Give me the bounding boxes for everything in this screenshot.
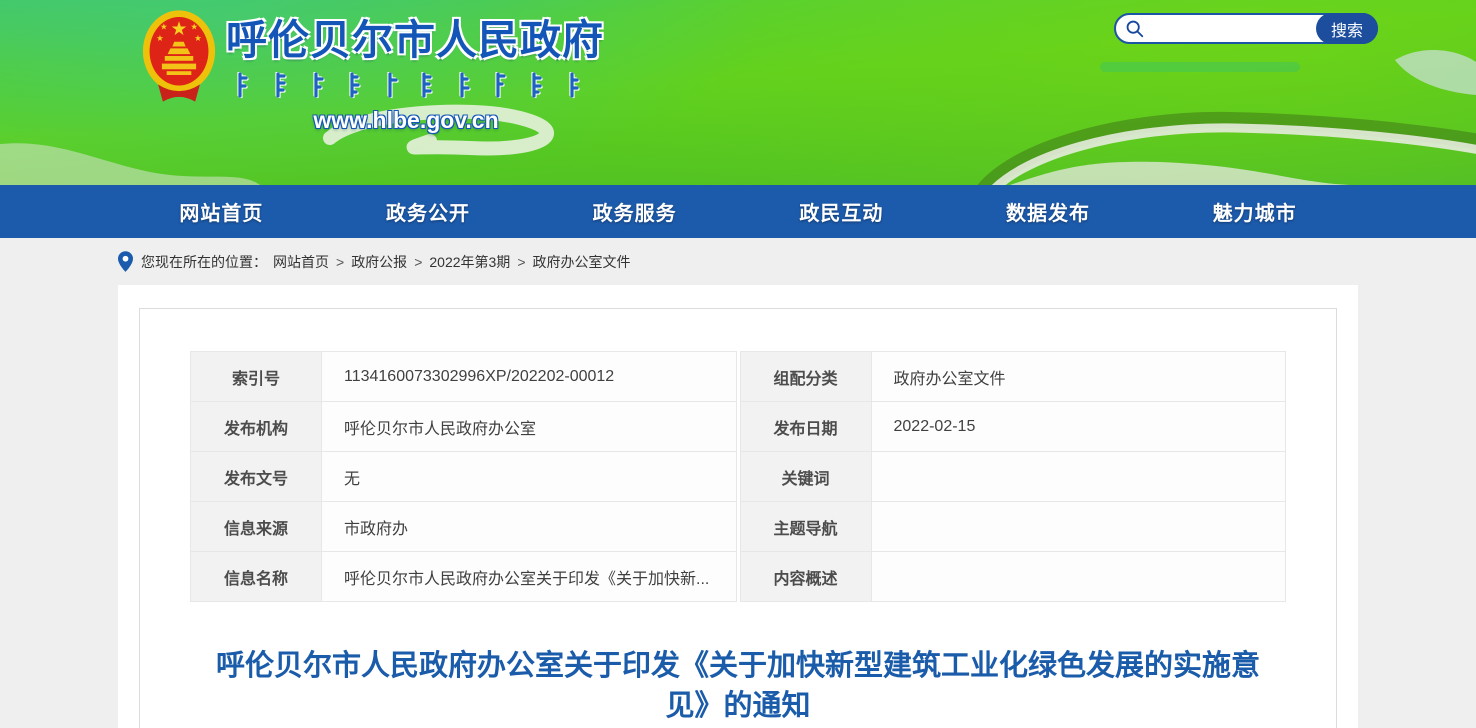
table-row: 组配分类 政府办公室文件 xyxy=(740,352,1286,402)
meta-label-category: 组配分类 xyxy=(740,352,871,402)
search-icon xyxy=(1125,19,1145,39)
breadcrumb-separator: > xyxy=(517,254,525,270)
meta-label-document-number: 发布文号 xyxy=(191,452,322,502)
breadcrumb-link-issue[interactable]: 2022年第3期 xyxy=(429,252,510,272)
meta-value-publish-date: 2022-02-15 xyxy=(871,402,1286,452)
meta-value-index-number: 1134160073302996XP/202202-00012 xyxy=(322,352,737,402)
nav-item-data[interactable]: 数据发布 xyxy=(945,185,1152,238)
meta-value-summary xyxy=(871,552,1286,602)
svg-text:★: ★ xyxy=(170,19,187,40)
search-box: 搜索 xyxy=(1114,13,1378,44)
table-row: 关键词 xyxy=(740,452,1286,502)
search-button[interactable]: 搜索 xyxy=(1316,13,1378,44)
main-nav: 网站首页 政务公开 政务服务 政民互动 数据发布 魅力城市 xyxy=(0,185,1476,238)
breadcrumb-link-home[interactable]: 网站首页 xyxy=(273,252,329,272)
nav-item-gov-service[interactable]: 政务服务 xyxy=(531,185,738,238)
site-title: 呼伦贝尔市人民政府 xyxy=(226,6,626,66)
breadcrumb-link-category[interactable]: 政府办公室文件 xyxy=(533,252,631,272)
location-pin-icon xyxy=(118,251,133,272)
meta-value-document-number: 无 xyxy=(322,452,737,502)
svg-text:★: ★ xyxy=(194,33,202,43)
meta-label-summary: 内容概述 xyxy=(740,552,871,602)
search-input[interactable] xyxy=(1145,16,1316,41)
breadcrumb-separator: > xyxy=(414,254,422,270)
meta-value-category: 政府办公室文件 xyxy=(871,352,1286,402)
document-panel: 索引号 1134160073302996XP/202202-00012 发布机构… xyxy=(139,308,1337,728)
meta-value-keywords xyxy=(871,452,1286,502)
table-row: 信息名称 呼伦贝尔市人民政府办公室关于印发《关于加快新... xyxy=(191,552,737,602)
site-banner: ★ ★ ★ ★ ★ 呼伦贝尔市人民政府 ww xyxy=(0,0,1476,185)
meta-label-keywords: 关键词 xyxy=(740,452,871,502)
meta-label-index-number: 索引号 xyxy=(191,352,322,402)
meta-label-info-name: 信息名称 xyxy=(191,552,322,602)
nav-item-interaction[interactable]: 政民互动 xyxy=(738,185,945,238)
svg-text:★: ★ xyxy=(190,21,198,31)
meta-label-publish-date: 发布日期 xyxy=(740,402,871,452)
meta-value-info-name: 呼伦贝尔市人民政府办公室关于印发《关于加快新... xyxy=(322,552,737,602)
table-row: 发布文号 无 xyxy=(191,452,737,502)
metadata-table-left: 索引号 1134160073302996XP/202202-00012 发布机构… xyxy=(190,351,737,602)
nav-item-gov-info[interactable]: 政务公开 xyxy=(325,185,532,238)
breadcrumb-separator: > xyxy=(336,254,344,270)
table-row: 发布日期 2022-02-15 xyxy=(740,402,1286,452)
meta-label-info-source: 信息来源 xyxy=(191,502,322,552)
meta-label-issuing-agency: 发布机构 xyxy=(191,402,322,452)
content-card: 索引号 1134160073302996XP/202202-00012 发布机构… xyxy=(118,285,1358,728)
breadcrumb: 您现在所在的位置： 网站首页 > 政府公报 > 2022年第3期 > 政府办公室… xyxy=(118,251,1358,272)
nav-item-city[interactable]: 魅力城市 xyxy=(1151,185,1358,238)
site-logo-link[interactable]: 呼伦贝尔市人民政府 www.hlbe.gov.cn xyxy=(226,6,626,134)
meta-value-issuing-agency: 呼伦贝尔市人民政府办公室 xyxy=(322,402,737,452)
meta-label-topic-nav: 主题导航 xyxy=(740,502,871,552)
national-emblem-icon: ★ ★ ★ ★ ★ xyxy=(141,8,217,104)
table-row: 索引号 1134160073302996XP/202202-00012 xyxy=(191,352,737,402)
site-url: www.hlbe.gov.cn xyxy=(226,107,586,134)
svg-text:★: ★ xyxy=(156,33,164,43)
document-title: 呼伦贝尔市人民政府办公室关于印发《关于加快新型建筑工业化绿色发展的实施意见》的通… xyxy=(208,646,1268,726)
table-row: 内容概述 xyxy=(740,552,1286,602)
svg-text:★: ★ xyxy=(160,21,168,31)
table-row: 发布机构 呼伦贝尔市人民政府办公室 xyxy=(191,402,737,452)
meta-value-info-source: 市政府办 xyxy=(322,502,737,552)
metadata-table-right: 组配分类 政府办公室文件 发布日期 2022-02-15 关键词 主题导航 xyxy=(740,351,1287,602)
table-row: 信息来源 市政府办 xyxy=(191,502,737,552)
mongolian-script xyxy=(232,72,588,98)
breadcrumb-link-gazette[interactable]: 政府公报 xyxy=(351,252,407,272)
table-row: 主题导航 xyxy=(740,502,1286,552)
breadcrumb-bar: 您现在所在的位置： 网站首页 > 政府公报 > 2022年第3期 > 政府办公室… xyxy=(0,238,1476,285)
nav-item-home[interactable]: 网站首页 xyxy=(118,185,325,238)
metadata-tables: 索引号 1134160073302996XP/202202-00012 发布机构… xyxy=(140,309,1336,602)
meta-value-topic-nav xyxy=(871,502,1286,552)
breadcrumb-prefix: 您现在所在的位置： xyxy=(141,252,267,272)
